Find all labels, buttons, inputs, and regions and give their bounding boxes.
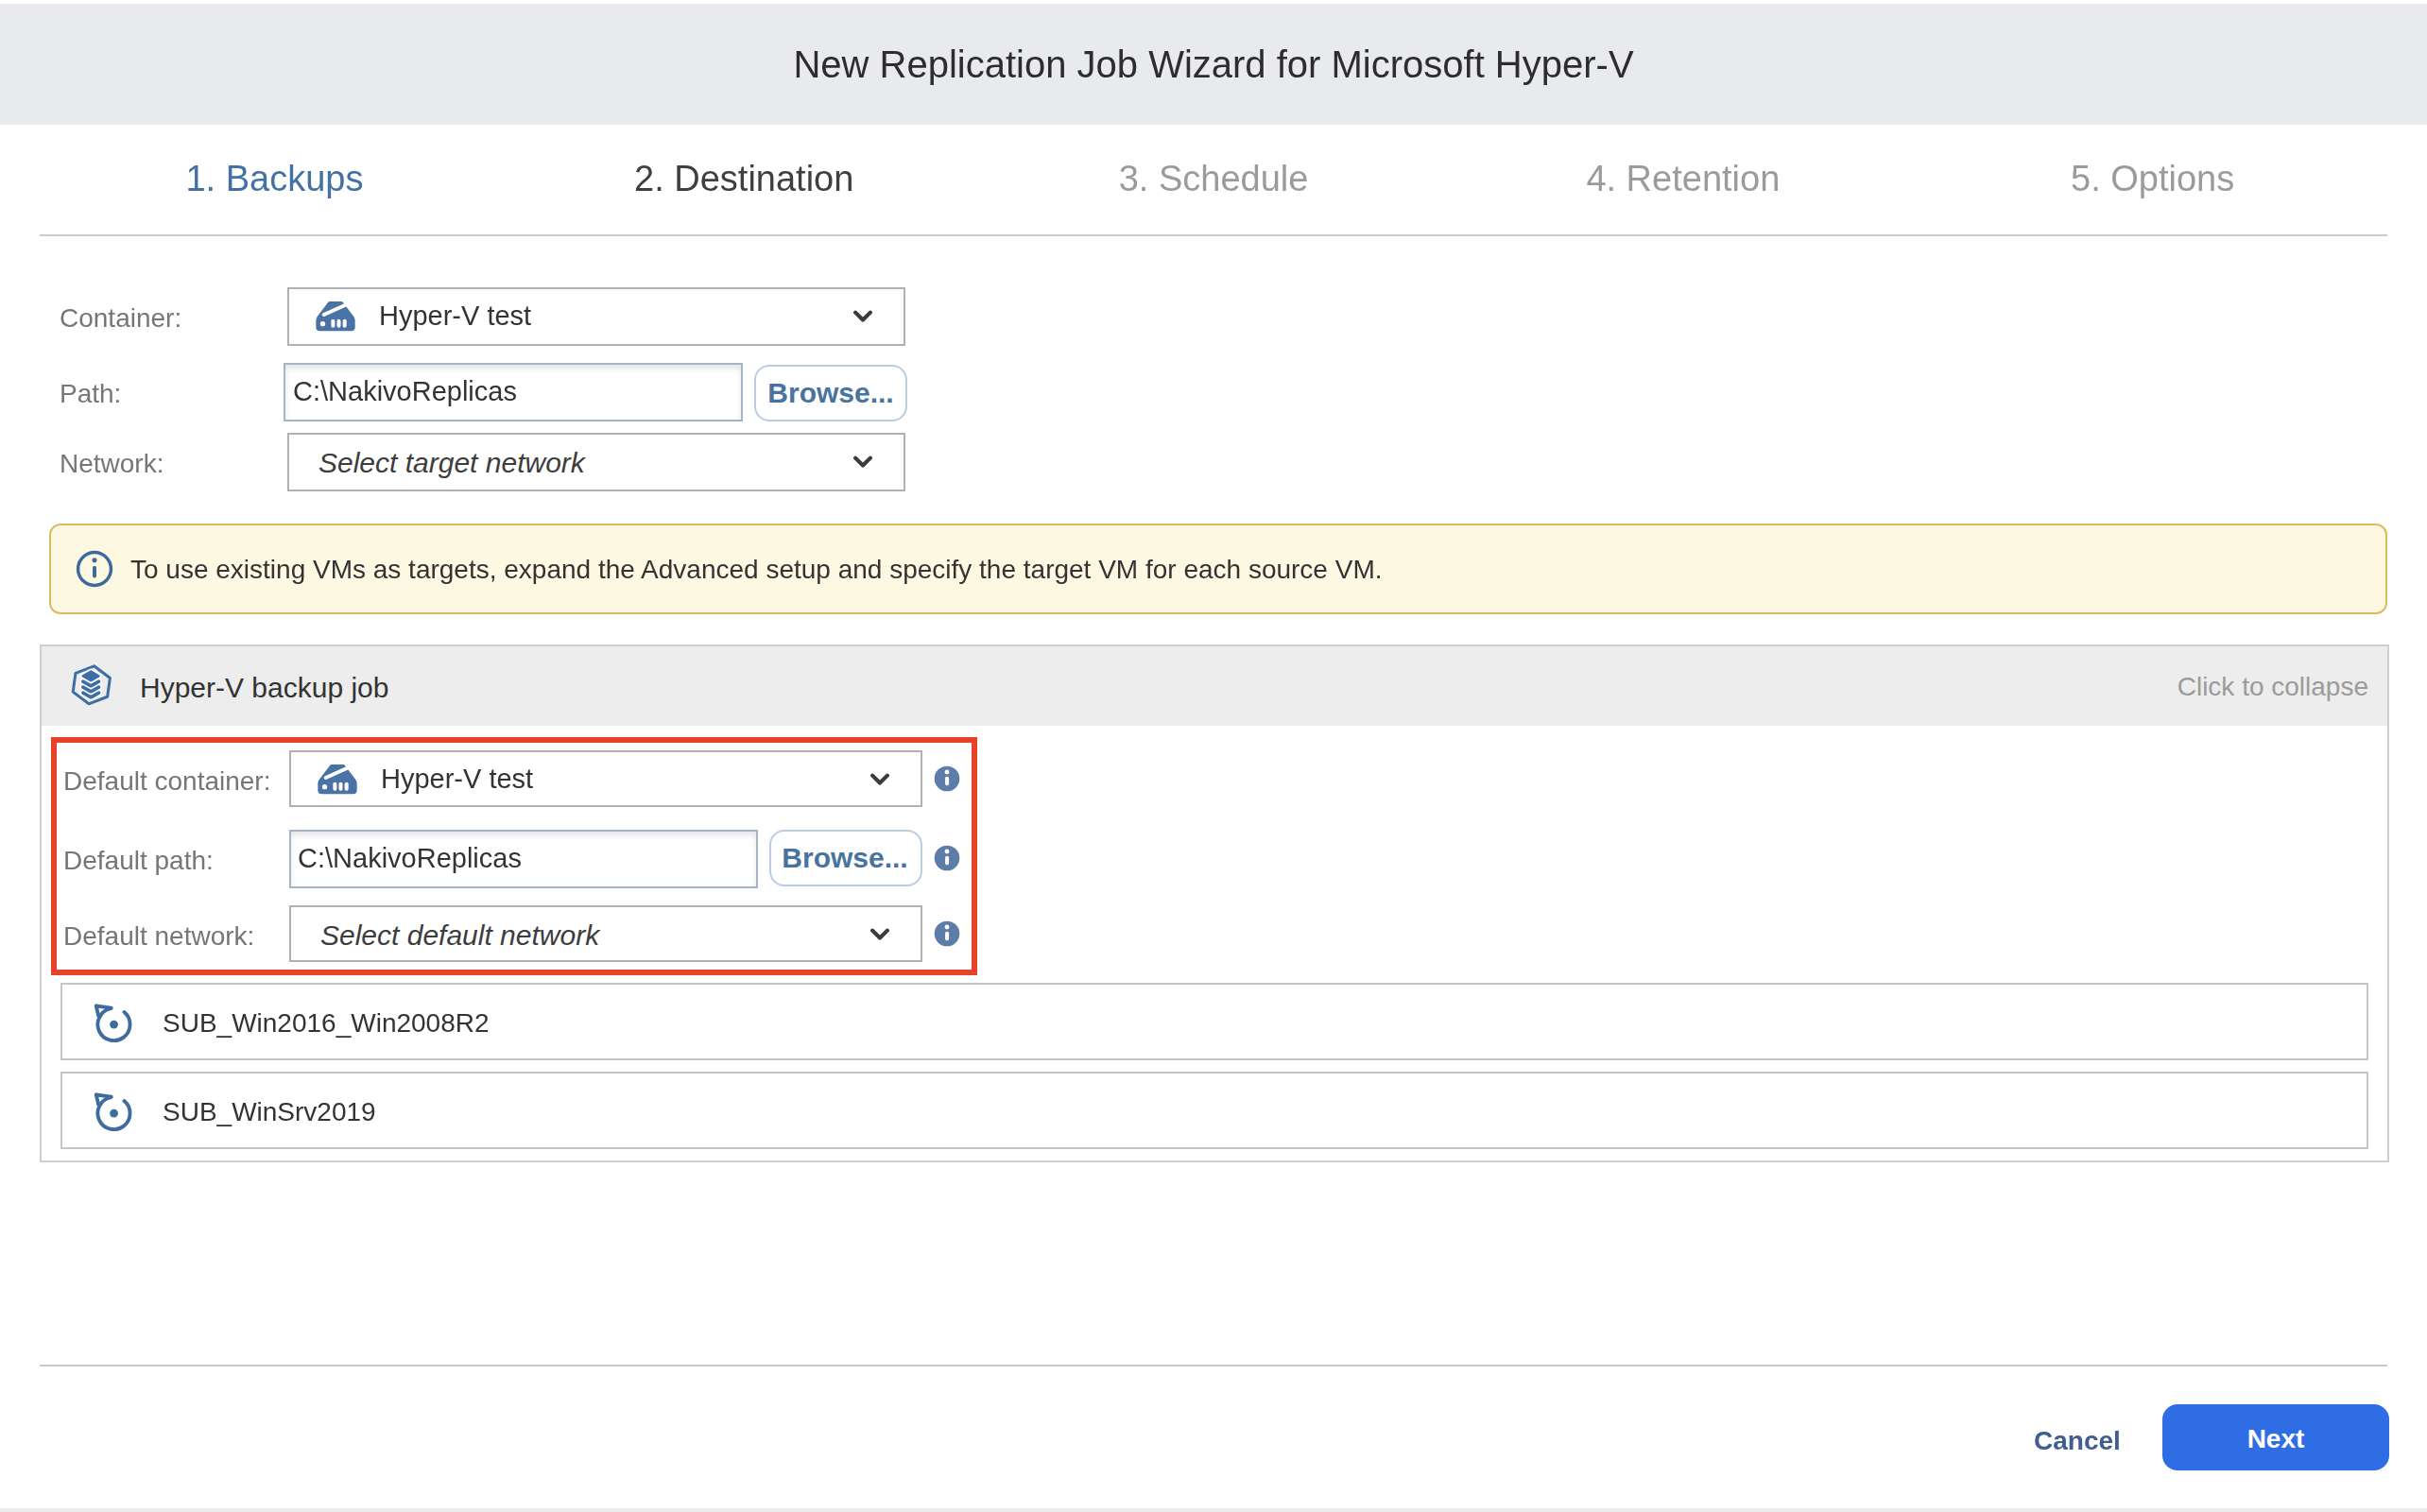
chevron-down-icon (869, 927, 889, 940)
next-button[interactable]: Next (2162, 1404, 2389, 1470)
collapse-hint: Click to collapse (2177, 646, 2368, 726)
title-bar: New Replication Job Wizard for Microsoft… (0, 4, 2427, 125)
default-network-select[interactable]: Select default network (288, 905, 921, 962)
default-network-label: Default network: (63, 920, 254, 951)
job-panel-header[interactable]: Hyper-V backup job Click to collapse (42, 646, 2387, 726)
footer-divider (40, 1365, 2387, 1366)
network-label: Network: (60, 448, 164, 478)
tab-destination[interactable]: 2. Destination (509, 125, 979, 234)
vm-name: SUB_Win2016_Win2008R2 (163, 1006, 490, 1037)
vm-list-item[interactable]: SUB_Win2016_Win2008R2 (60, 983, 2368, 1060)
default-container-select[interactable]: Hyper-V test (288, 750, 921, 807)
page-title: New Replication Job Wizard for Microsoft… (793, 43, 1633, 86)
info-icon (76, 550, 113, 588)
network-placeholder: Select target network (318, 445, 585, 477)
info-banner: To use existing VMs as targets, expand t… (49, 524, 2387, 614)
replica-icon (91, 1000, 134, 1043)
wizard-dialog: New Replication Job Wizard for Microsoft… (0, 0, 2427, 1512)
hyperv-container-icon (313, 760, 360, 798)
chevron-down-icon (869, 772, 889, 785)
container-label: Container: (60, 302, 181, 333)
chevron-down-icon (852, 309, 873, 322)
vm-name: SUB_WinSrv2019 (163, 1095, 376, 1125)
default-container-value: Hyper-V test (381, 764, 533, 794)
default-container-label: Default container: (63, 765, 270, 796)
replica-icon (91, 1089, 134, 1132)
info-banner-text: To use existing VMs as targets, expand t… (130, 554, 1383, 584)
default-network-placeholder: Select default network (320, 918, 599, 950)
default-browse-button[interactable]: Browse... (768, 829, 921, 886)
job-panel-title: Hyper-V backup job (140, 670, 388, 702)
tab-options[interactable]: 5. Options (1918, 125, 2387, 234)
browse-button[interactable]: Browse... (754, 364, 907, 421)
default-path-input[interactable] (288, 829, 757, 887)
network-select[interactable]: Select target network (286, 432, 905, 490)
bottom-edge (0, 1507, 2427, 1512)
container-select[interactable]: Hyper-V test (286, 286, 905, 345)
vm-list-item[interactable]: SUB_WinSrv2019 (60, 1072, 2368, 1149)
container-value: Hyper-V test (379, 301, 531, 331)
info-icon[interactable] (933, 765, 959, 792)
job-panel: Hyper-V backup job Click to collapse Def… (40, 644, 2389, 1162)
wizard-steps: 1. Backups 2. Destination 3. Schedule 4.… (40, 125, 2387, 236)
default-path-label: Default path: (63, 845, 214, 875)
path-label: Path: (60, 378, 121, 408)
tab-schedule[interactable]: 3. Schedule (979, 125, 1449, 234)
hyperv-container-icon (311, 297, 358, 335)
path-input[interactable] (284, 362, 742, 421)
info-icon[interactable] (933, 845, 959, 871)
info-icon[interactable] (933, 920, 959, 947)
backup-job-icon (68, 663, 113, 709)
chevron-down-icon (852, 455, 873, 468)
tab-retention[interactable]: 4. Retention (1448, 125, 1918, 234)
tab-backups[interactable]: 1. Backups (40, 125, 509, 234)
cancel-button[interactable]: Cancel (2034, 1425, 2121, 1455)
